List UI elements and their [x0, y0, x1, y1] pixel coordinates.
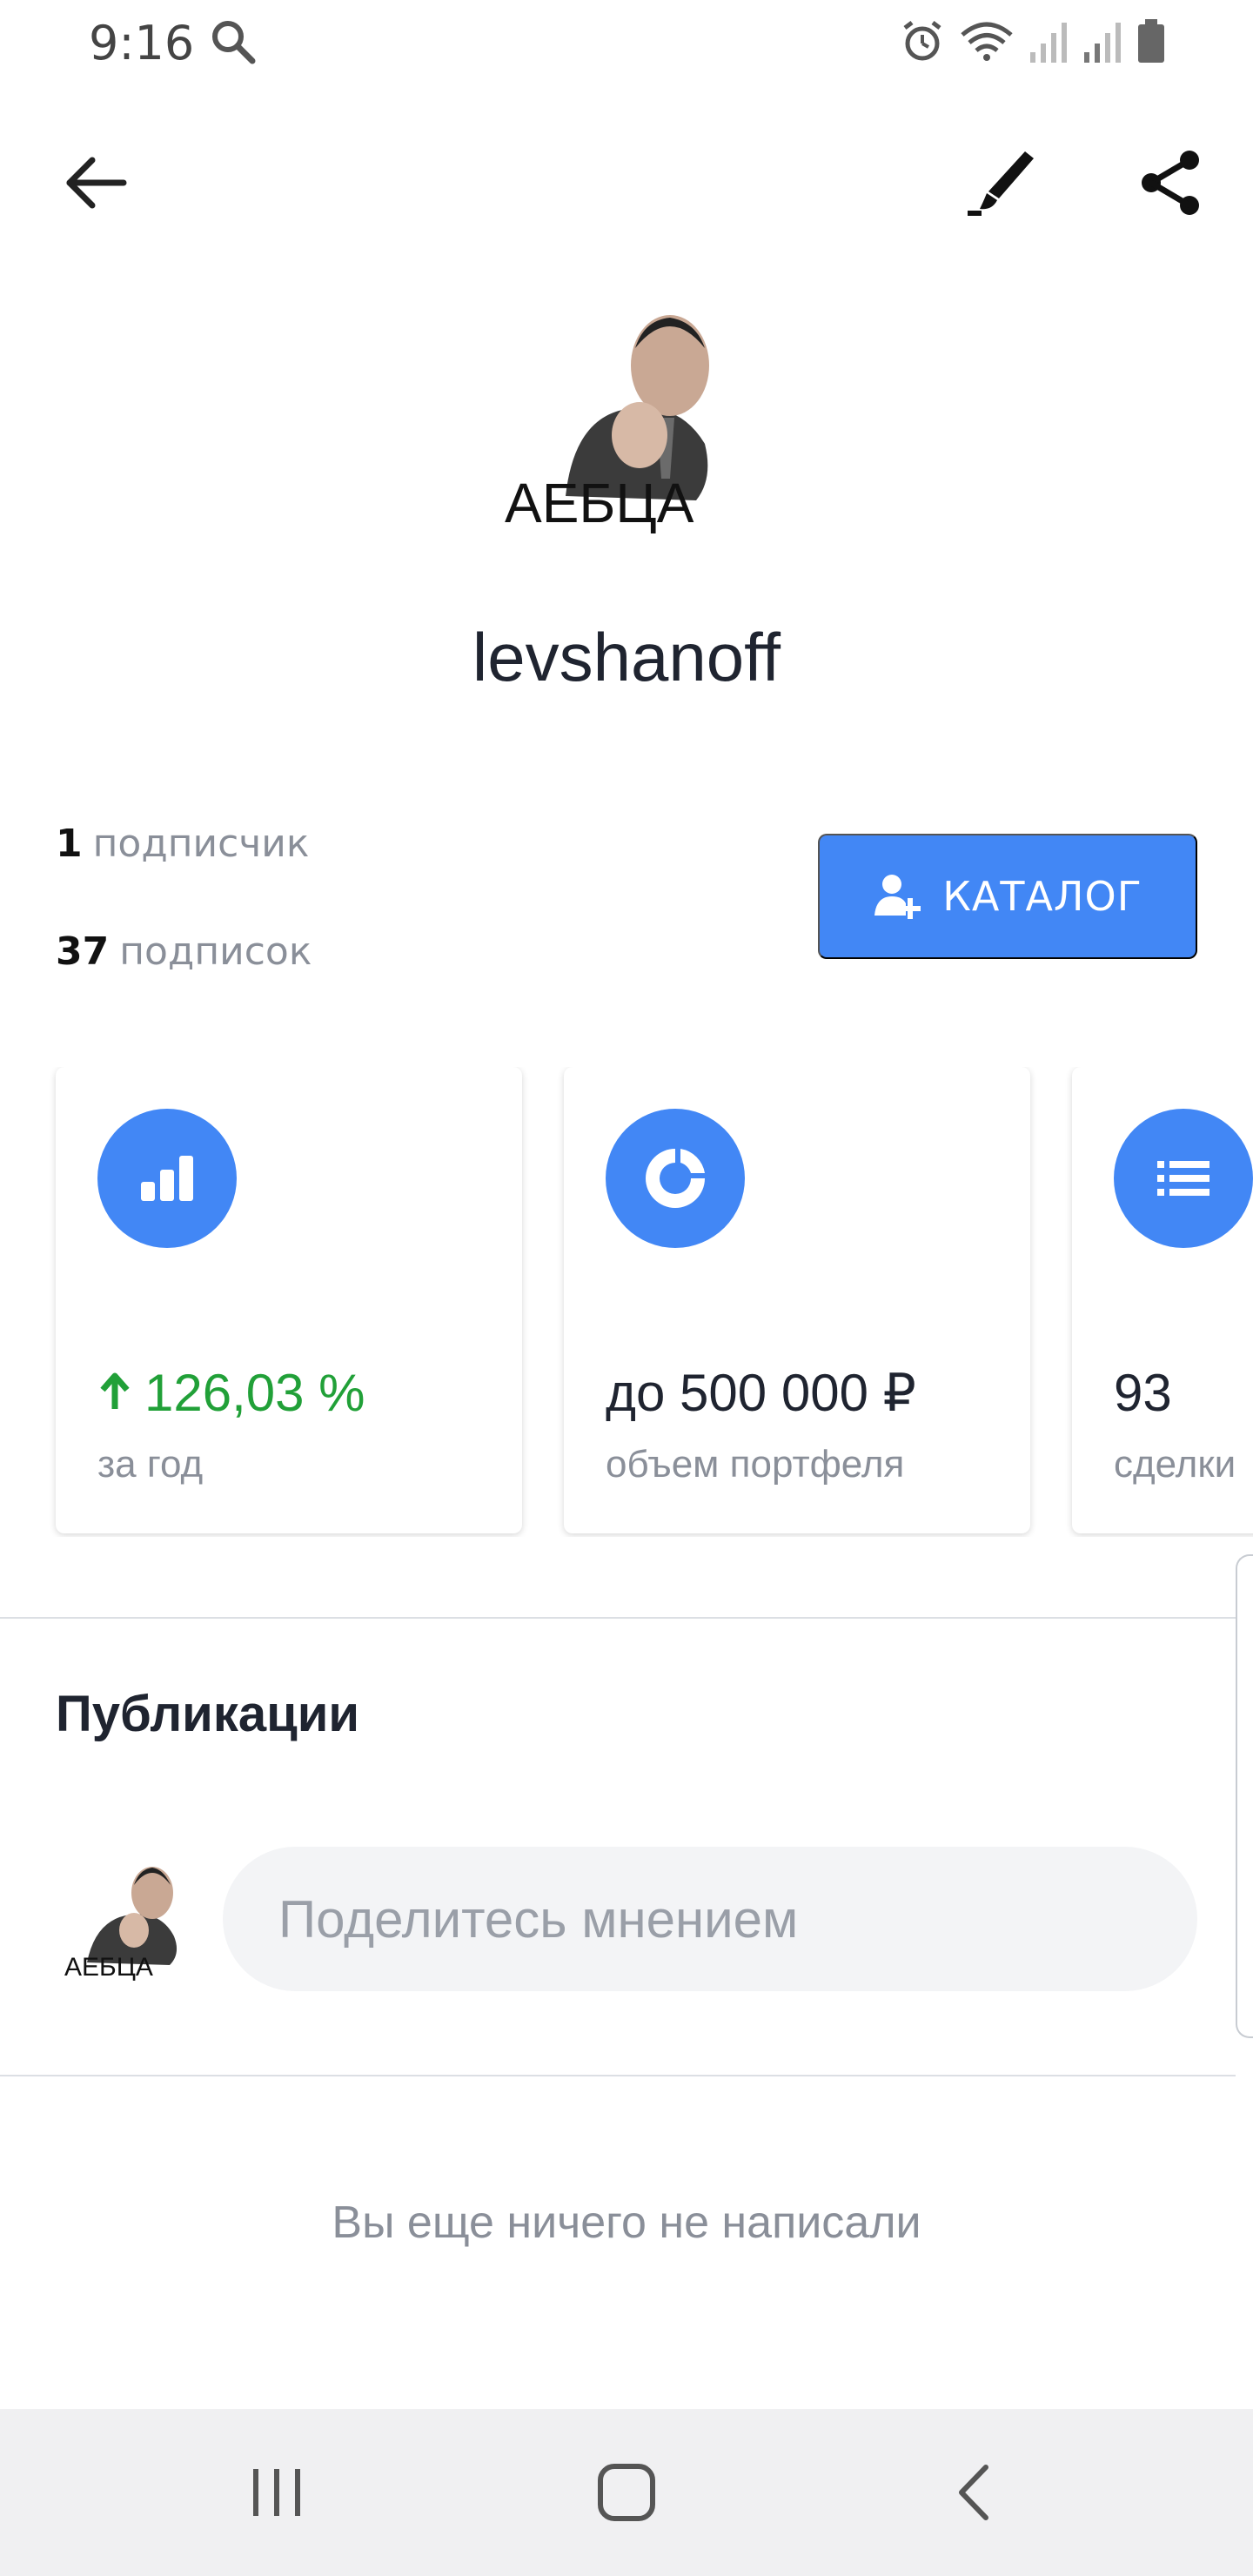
stat-card-trades[interactable]: 93 сделки	[1072, 1067, 1253, 1533]
catalog-button[interactable]: КАТАЛОГ	[818, 834, 1197, 959]
followers-count: 1	[56, 822, 83, 866]
stat-cards: 126,03 % за год до 500 000 ₽ объем портф…	[0, 1067, 1253, 1537]
stat-card-portfolio-size[interactable]: до 500 000 ₽ объем портфеля	[564, 1067, 1030, 1533]
following-stat[interactable]: 37 подписок	[56, 926, 312, 978]
donut-chart-icon	[606, 1109, 745, 1248]
home-button[interactable]	[583, 2449, 670, 2536]
trades-value: 93	[1114, 1364, 1172, 1422]
recent-apps-icon	[253, 2469, 300, 2516]
profile-avatar[interactable]: АЕБЦА	[496, 287, 757, 548]
followers-label: подписчик	[92, 822, 310, 866]
username: levshanoff	[472, 619, 781, 695]
recent-apps-button[interactable]	[233, 2449, 320, 2536]
following-label: подписок	[119, 929, 312, 974]
divider	[0, 1617, 1236, 1619]
publications-title: Публикации	[56, 1686, 360, 1742]
search-icon	[209, 17, 258, 70]
share-button[interactable]	[1127, 139, 1214, 226]
trades-label: сделки	[1114, 1443, 1236, 1486]
status-bar: 9:16	[0, 0, 1253, 84]
home-icon	[598, 2464, 655, 2521]
back-button[interactable]	[52, 139, 139, 226]
arrow-up-icon	[100, 1372, 130, 1409]
scroll-edge	[1236, 1554, 1253, 2038]
yearly-return-label: за год	[97, 1443, 204, 1486]
chevron-left-icon	[959, 2465, 988, 2520]
follow-stats: 1 подписчик 37 подписок	[56, 818, 312, 1034]
status-time: 9:16	[89, 16, 195, 70]
battery-icon	[1136, 19, 1166, 69]
divider	[0, 2075, 1236, 2076]
add-user-icon	[874, 875, 921, 919]
followers-stat[interactable]: 1 подписчик	[56, 818, 312, 870]
arrow-left-icon	[66, 157, 127, 209]
list-icon	[1114, 1109, 1253, 1248]
portfolio-size-label: объем портфеля	[606, 1443, 905, 1486]
status-icons	[900, 19, 1166, 69]
alarm-icon	[900, 19, 945, 69]
signal-icon	[1029, 19, 1069, 69]
wifi-icon	[959, 19, 1015, 69]
yearly-return-value: 126,03 %	[97, 1363, 365, 1423]
avatar-caption: АЕБЦА	[505, 472, 694, 534]
share-opinion-input[interactable]	[223, 1847, 1197, 1991]
portfolio-size-value: до 500 000 ₽	[606, 1364, 916, 1422]
empty-publications-text: Вы еще ничего не написали	[332, 2197, 921, 2248]
following-count: 37	[56, 929, 110, 974]
app-bar	[0, 131, 1253, 235]
nav-back-button[interactable]	[933, 2449, 1020, 2536]
catalog-button-label: КАТАЛОГ	[942, 873, 1142, 920]
stat-card-yearly-return[interactable]: 126,03 % за год	[56, 1067, 522, 1533]
user-avatar-small: АЕБЦА	[61, 1854, 200, 1984]
signal-icon-2	[1082, 19, 1122, 69]
bar-chart-icon	[97, 1109, 237, 1248]
avatar-small-caption: АЕБЦА	[64, 1953, 153, 1982]
brush-icon	[968, 151, 1034, 216]
edit-button[interactable]	[957, 139, 1044, 226]
share-icon	[1142, 151, 1199, 215]
system-nav-bar	[0, 2409, 1253, 2576]
